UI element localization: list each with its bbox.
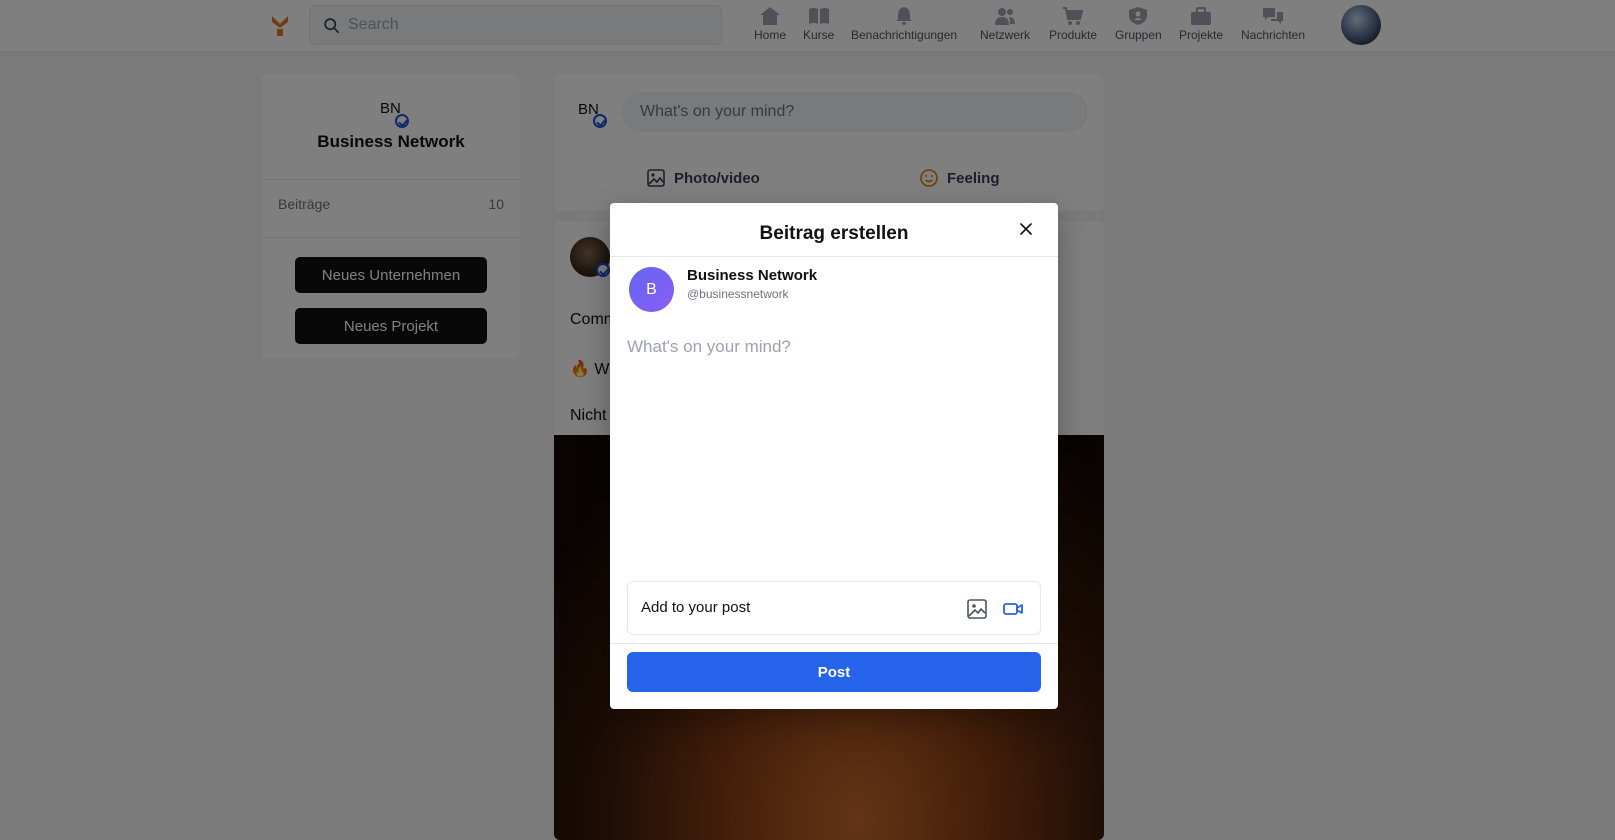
add-photo-button[interactable] bbox=[964, 596, 990, 622]
post-submit-button[interactable]: Post bbox=[627, 652, 1041, 692]
image-icon bbox=[967, 599, 987, 619]
divider bbox=[610, 643, 1058, 644]
add-video-button[interactable] bbox=[1000, 596, 1026, 622]
create-post-modal: Beitrag erstellen B Business Network @bu… bbox=[610, 203, 1058, 709]
modal-title: Beitrag erstellen bbox=[759, 223, 909, 244]
close-icon bbox=[1020, 223, 1032, 235]
close-button[interactable] bbox=[1016, 219, 1036, 239]
add-to-post-bar: Add to your post bbox=[627, 581, 1041, 635]
account-handle: @businessnetwork bbox=[687, 287, 789, 301]
post-textarea[interactable] bbox=[627, 337, 1041, 557]
add-to-post-label: Add to your post bbox=[641, 599, 751, 616]
account-avatar: B bbox=[629, 267, 674, 312]
account-name: Business Network bbox=[687, 267, 818, 284]
video-camera-icon bbox=[1003, 603, 1023, 615]
divider bbox=[610, 256, 1058, 257]
